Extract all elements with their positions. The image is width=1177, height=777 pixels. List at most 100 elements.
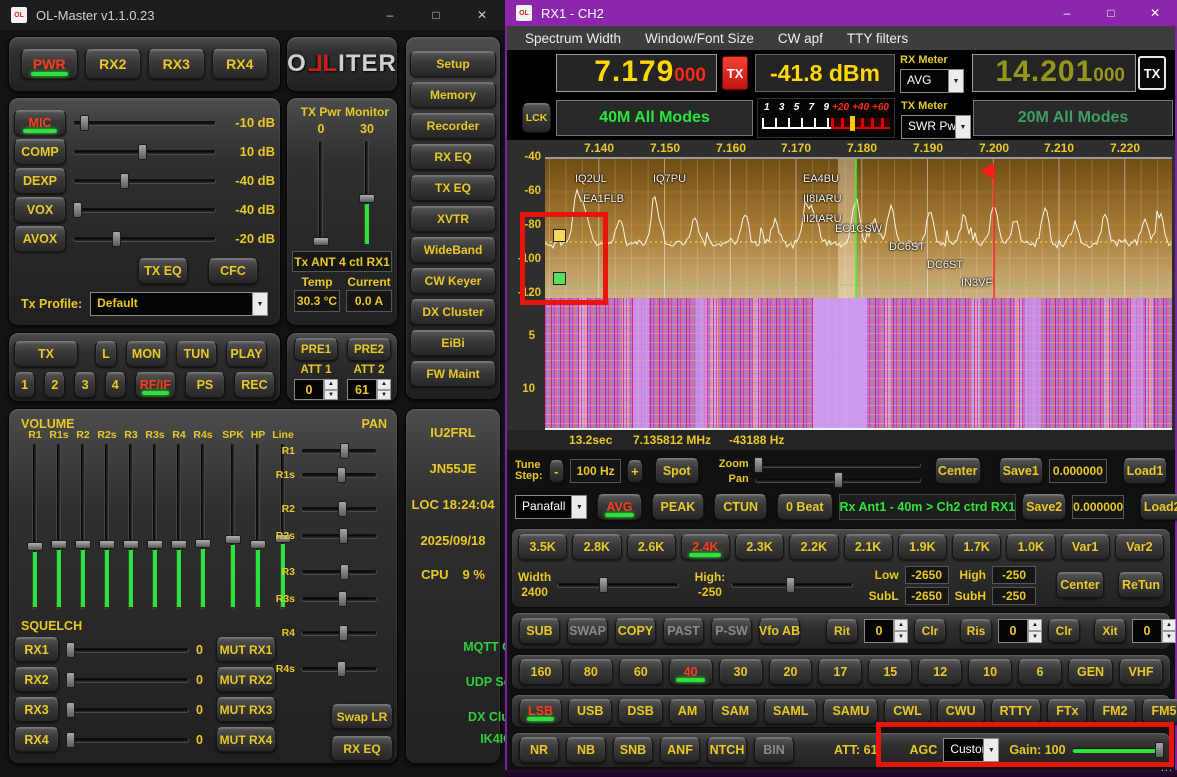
band-button-80[interactable]: 80 xyxy=(569,659,613,685)
mic-slider[interactable] xyxy=(73,115,216,131)
mute-button-mut-rx3[interactable]: MUT RX3 xyxy=(216,697,276,722)
xit-spinner[interactable]: 0▲▼ xyxy=(1132,619,1176,643)
pan-slider-r3s[interactable] xyxy=(301,591,377,607)
band-button-160[interactable]: 160 xyxy=(519,659,563,685)
tx-profile-dropdown[interactable]: Default ▼ xyxy=(90,292,268,316)
dexp-button[interactable]: DEXP xyxy=(14,168,66,194)
band-button-40[interactable]: 40 xyxy=(669,659,713,685)
zoom-slider[interactable] xyxy=(755,457,921,471)
rit-button[interactable]: Rit xyxy=(826,619,858,643)
slider-handle[interactable] xyxy=(359,194,375,203)
volume-slider-r2s[interactable] xyxy=(99,443,115,609)
tool-button-dx-cluster[interactable]: DX Cluster xyxy=(410,299,496,325)
vfo-op-button-sub[interactable]: SUB xyxy=(519,618,560,644)
rit-clear-button[interactable]: Clr xyxy=(914,619,946,643)
monitor-slider[interactable] xyxy=(359,140,375,246)
agc-dropdown[interactable]: Custom ▼ xyxy=(943,738,999,762)
tool-button-recorder[interactable]: Recorder xyxy=(410,113,496,139)
squelch-rx1-button[interactable]: RX1 xyxy=(14,637,59,662)
xit-button[interactable]: Xit xyxy=(1094,619,1126,643)
mode-button-cwu[interactable]: CWU xyxy=(937,699,985,724)
filter-button-2-8k[interactable]: 2.8K xyxy=(572,534,621,560)
step-down-button[interactable]: - xyxy=(549,460,565,483)
mode-button-usb[interactable]: USB xyxy=(568,699,612,724)
band-button-6[interactable]: 6 xyxy=(1018,659,1062,685)
slider-handle[interactable] xyxy=(834,472,843,488)
vfo-b-display[interactable]: 14.201000 xyxy=(972,54,1136,92)
band-button-10[interactable]: 10 xyxy=(968,659,1012,685)
dx-spot-dc6st[interactable]: DC6ST xyxy=(889,241,925,253)
squelch-slider-rx1[interactable] xyxy=(66,642,189,658)
resize-grip[interactable]: ... xyxy=(1161,762,1173,774)
slider-handle[interactable] xyxy=(339,625,348,641)
spectrum-button-avg[interactable]: AVG xyxy=(597,494,641,520)
dx-spot-in3vf[interactable]: IN3VF xyxy=(961,277,992,289)
band-button-12[interactable]: 12 xyxy=(918,659,962,685)
rx-meter-dropdown[interactable]: AVG ▼ xyxy=(900,69,964,93)
slider-handle[interactable] xyxy=(66,732,75,748)
minimize-icon[interactable]: – xyxy=(1045,0,1089,26)
mute-button-mut-rx4[interactable]: MUT RX4 xyxy=(216,727,276,752)
mode-button-am[interactable]: AM xyxy=(669,699,706,724)
dropdown-arrow-icon[interactable]: ▼ xyxy=(948,70,963,92)
filter-button-2-4k[interactable]: 2.4K xyxy=(681,534,730,560)
tool-button-setup[interactable]: Setup xyxy=(410,51,496,77)
waterfall-max-level-handle[interactable] xyxy=(553,229,566,242)
filter-button-2-6k[interactable]: 2.6K xyxy=(627,534,676,560)
spin-up-icon[interactable]: ▲ xyxy=(894,619,908,631)
vfo-a-display[interactable]: 7.179000 xyxy=(556,54,717,92)
spectrum-button-peak[interactable]: PEAK xyxy=(652,494,705,520)
mute-button-mut-rx1[interactable]: MUT RX1 xyxy=(216,637,276,662)
pan-slider-r4[interactable] xyxy=(301,625,377,641)
dx-spot-ea4bu[interactable]: EA4BU xyxy=(803,173,839,185)
tx-eq-button[interactable]: TX EQ xyxy=(138,258,188,284)
mode-button-fm5[interactable]: FM5 xyxy=(1142,699,1177,724)
slider-handle[interactable] xyxy=(66,642,75,658)
ptt-button-tun[interactable]: TUN xyxy=(176,341,217,367)
spin-up-icon[interactable]: ▲ xyxy=(1162,619,1176,631)
tool-button-eibi[interactable]: EiBi xyxy=(410,330,496,356)
slider-handle[interactable] xyxy=(138,144,147,160)
att1-spinner[interactable]: 0▲▼ xyxy=(294,379,338,400)
ptt-button-1[interactable]: 1 xyxy=(14,372,35,398)
maximize-icon[interactable]: □ xyxy=(413,0,459,30)
slider-handle[interactable] xyxy=(66,672,75,688)
vox-button[interactable]: VOX xyxy=(14,197,66,223)
filter-button-1-9k[interactable]: 1.9K xyxy=(898,534,947,560)
slider-handle[interactable] xyxy=(80,115,89,131)
spectrum-button-ctun[interactable]: CTUN xyxy=(714,494,767,520)
dx-spot-ec1csw[interactable]: EC1CSW xyxy=(835,223,882,235)
slider-handle[interactable] xyxy=(147,540,163,549)
slider-handle[interactable] xyxy=(66,702,75,718)
spectrum-display[interactable]: IQ2ULEA1FLBIQ7PUEA4BUII8IARUII2IARUEC1CS… xyxy=(545,157,1172,298)
spin-up-icon[interactable]: ▲ xyxy=(377,379,391,390)
waterfall-display[interactable] xyxy=(545,298,1172,428)
dx-spot-ii8iaru[interactable]: II8IARU xyxy=(803,193,842,205)
vfo-op-button-vfo-ab[interactable]: Vfo AB xyxy=(759,618,800,644)
spin-down-icon[interactable]: ▼ xyxy=(894,631,908,643)
dsp-button-nr[interactable]: NR xyxy=(519,737,559,763)
tool-button-rx-eq[interactable]: RX EQ xyxy=(410,144,496,170)
display-mode-dropdown[interactable]: Panafall ▼ xyxy=(515,495,587,519)
slider-handle[interactable] xyxy=(225,535,241,544)
slider-handle[interactable] xyxy=(340,564,349,580)
pan-slider-r1[interactable] xyxy=(301,443,377,459)
tx-pwr-slider[interactable] xyxy=(313,140,329,246)
spin-up-icon[interactable]: ▲ xyxy=(324,379,338,390)
slider-handle[interactable] xyxy=(754,457,763,473)
mode-button-samu[interactable]: SAMU xyxy=(823,699,878,724)
slider-handle[interactable] xyxy=(338,501,347,517)
dsp-button-nb[interactable]: NB xyxy=(566,737,606,763)
lock-button[interactable]: LCK xyxy=(522,103,551,133)
filter-button-2-3k[interactable]: 2.3K xyxy=(735,534,784,560)
slider-handle[interactable] xyxy=(339,528,348,544)
squelch-rx2-button[interactable]: RX2 xyxy=(14,667,59,692)
volume-slider-r4s[interactable] xyxy=(195,443,211,609)
pan-slider-r2[interactable] xyxy=(301,501,377,517)
avox-slider[interactable] xyxy=(73,231,216,247)
dx-spot-dc6st[interactable]: DC6ST xyxy=(927,259,963,271)
squelch-slider-rx2[interactable] xyxy=(66,672,189,688)
mode-button-fm2[interactable]: FM2 xyxy=(1093,699,1136,724)
slider-handle[interactable] xyxy=(340,443,349,459)
dsp-button-anf[interactable]: ANF xyxy=(660,737,700,763)
